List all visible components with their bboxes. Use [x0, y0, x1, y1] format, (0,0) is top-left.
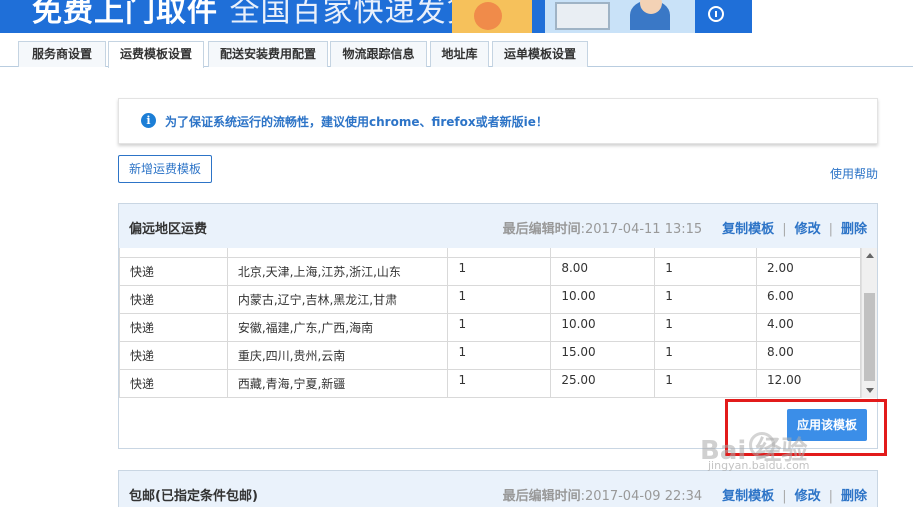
table-row: 快递 安徽,福建,广东,广西,海南 1 10.00 1 4.00: [119, 313, 861, 342]
info-icon: i: [141, 113, 156, 128]
table-row: 快递 西藏,青海,宁夏,新疆 1 25.00 1 12.00: [119, 369, 861, 398]
banner-illustration-person: [452, 0, 532, 33]
last-edit-time: :2017-04-09 22:34: [580, 489, 703, 504]
table-row: 快递 北京,天津,上海,江苏,浙江,山东 1 8.00 1 2.00: [119, 257, 861, 286]
tab-waybill-template[interactable]: 运单模板设置: [492, 41, 588, 67]
first-fee-cell: 15.00: [550, 341, 656, 370]
table-row: 快递 重庆,四川,贵州,云南 1 15.00 1 8.00: [119, 341, 861, 370]
notice-text: 为了保证系统运行的流畅性，建议使用chrome、firefox或者新版ie！: [165, 115, 548, 129]
watermark-site: jingyan.baidu.com: [708, 459, 810, 472]
browser-notice: i 为了保证系统运行的流畅性，建议使用chrome、firefox或者新版ie！: [118, 98, 878, 144]
banner-main-text: 免费上门取件: [32, 0, 218, 29]
last-edit-label: 最后编辑时间: [502, 222, 581, 237]
shipping-method-cell: 快递: [119, 369, 228, 398]
tab-freight-template[interactable]: 运费模板设置: [108, 41, 204, 68]
first-fee-cell: 8.00: [550, 257, 656, 286]
first-qty-cell: 1: [447, 257, 552, 286]
shipping-method-cell: 快递: [119, 341, 228, 370]
edit-link[interactable]: 修改: [795, 222, 821, 237]
copy-template-link[interactable]: 复制模板: [722, 222, 774, 237]
panel-header: 包邮(已指定条件包邮) 最后编辑时间:2017-04-09 22:34 复制模板 |…: [119, 471, 877, 507]
help-link[interactable]: 使用帮助: [830, 165, 878, 182]
info-icon[interactable]: [708, 6, 724, 22]
scroll-down-arrow-icon[interactable]: [866, 388, 874, 393]
last-edit-label: 最后编辑时间: [502, 489, 581, 504]
regions-cell: 重庆,四川,贵州,云南: [226, 341, 449, 370]
settings-tabs: 服务商设置 运费模板设置 配送安装费用配置 物流跟踪信息 地址库 运单模板设置: [0, 41, 913, 68]
shipping-method-cell: 快递: [119, 257, 228, 286]
template-panel-free-shipping: 包邮(已指定条件包邮) 最后编辑时间:2017-04-09 22:34 复制模板 |…: [118, 470, 878, 507]
first-fee-cell: 10.00: [550, 313, 656, 342]
panel-meta: 最后编辑时间:2017-04-09 22:34 复制模板 | 修改 | 删除: [502, 489, 867, 504]
regions-cell: 安徽,福建,广东,广西,海南: [226, 313, 449, 342]
add-freight-template-button[interactable]: 新增运费模板: [118, 155, 212, 183]
extra-qty-cell: 1: [654, 313, 758, 342]
copy-template-link[interactable]: 复制模板: [722, 489, 774, 504]
banner-illustration-office: [545, 0, 695, 33]
freight-table: 快递 北京,天津,上海,江苏,浙江,山东 1 8.00 1 2.00 快递 内蒙…: [119, 248, 861, 398]
extra-fee-cell: 6.00: [756, 285, 861, 314]
extra-qty-cell: 1: [654, 369, 758, 398]
first-qty-cell: 1: [447, 369, 552, 398]
table-row: [119, 248, 861, 258]
panel-header: 偏远地区运费 最后编辑时间:2017-04-11 13:15 复制模板 | 修改 | 删除: [119, 204, 877, 248]
freight-table-container[interactable]: 快递 北京,天津,上海,江苏,浙江,山东 1 8.00 1 2.00 快递 内蒙…: [119, 248, 877, 398]
last-edit-time: :2017-04-11 13:15: [580, 222, 703, 237]
edit-link[interactable]: 修改: [795, 489, 821, 504]
shipping-method-cell: 快递: [119, 285, 228, 314]
shipping-method-cell: 快递: [119, 313, 228, 342]
template-title: 偏远地区运费: [129, 222, 208, 237]
table-scrollbar[interactable]: [861, 248, 877, 398]
scroll-up-arrow-icon[interactable]: [866, 253, 874, 258]
first-fee-cell: 10.00: [550, 285, 656, 314]
template-title: 包邮(已指定条件包邮): [129, 489, 258, 504]
banner-sub-text: 全国百家快递发货: [229, 0, 478, 29]
delete-link[interactable]: 删除: [841, 222, 867, 237]
regions-cell: 北京,天津,上海,江苏,浙江,山东: [226, 257, 449, 286]
banner-text: 免费上门取件 全国百家快递发货: [32, 0, 477, 30]
delete-link[interactable]: 删除: [841, 489, 867, 504]
extra-fee-cell: 4.00: [756, 313, 861, 342]
first-fee-cell: 25.00: [550, 369, 656, 398]
tab-address-book[interactable]: 地址库: [430, 41, 489, 67]
extra-qty-cell: 1: [654, 285, 758, 314]
extra-qty-cell: 1: [654, 257, 758, 286]
regions-cell: 西藏,青海,宁夏,新疆: [226, 369, 449, 398]
tab-delivery-install-fee[interactable]: 配送安装费用配置: [208, 41, 328, 67]
first-qty-cell: 1: [447, 285, 552, 314]
paw-logo-icon: [749, 432, 775, 458]
table-row: 快递 内蒙古,辽宁,吉林,黑龙江,甘肃 1 10.00 1 6.00: [119, 285, 861, 314]
extra-fee-cell: 2.00: [756, 257, 861, 286]
first-qty-cell: 1: [447, 341, 552, 370]
extra-fee-cell: 12.00: [756, 369, 861, 398]
first-qty-cell: 1: [447, 313, 552, 342]
regions-cell: 内蒙古,辽宁,吉林,黑龙江,甘肃: [226, 285, 449, 314]
extra-qty-cell: 1: [654, 341, 758, 370]
top-banner[interactable]: 免费上门取件 全国百家快递发货: [0, 0, 752, 33]
scrollbar-thumb[interactable]: [864, 293, 875, 381]
tab-logistics-tracking[interactable]: 物流跟踪信息: [330, 41, 427, 67]
tab-provider-settings[interactable]: 服务商设置: [18, 41, 106, 67]
panel-meta: 最后编辑时间:2017-04-11 13:15 复制模板 | 修改 | 删除: [502, 222, 867, 237]
extra-fee-cell: 8.00: [756, 341, 861, 370]
